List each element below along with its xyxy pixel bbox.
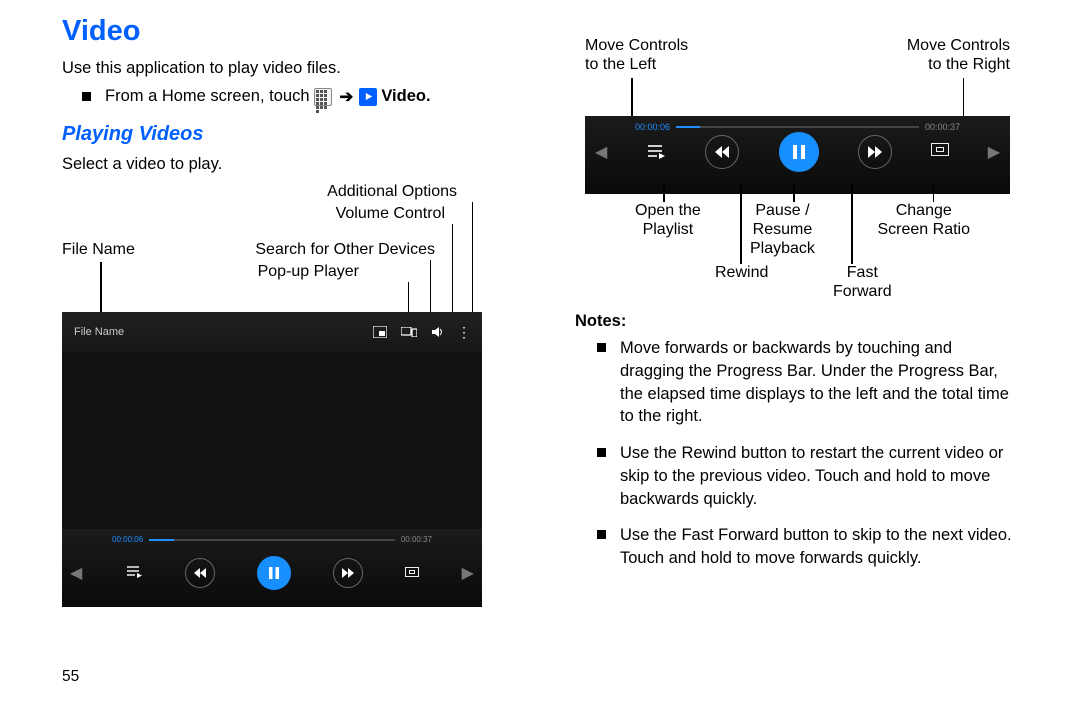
elapsed-time: 00:00:06 (112, 535, 143, 544)
more-options-icon[interactable]: ⋮ (457, 324, 470, 341)
screen-ratio-icon[interactable] (405, 564, 419, 582)
player-topbar: File Name ⋮ (62, 312, 482, 352)
notes-list: Move forwards or backwards by touching a… (575, 337, 1020, 570)
progress-bar[interactable] (149, 539, 395, 541)
closeup-move-right-icon[interactable]: ▶ (988, 142, 1000, 162)
video-player: File Name ⋮ 00:00:06 00:00:37 ◀ ▶ (62, 312, 482, 607)
page-title: Video (62, 15, 507, 48)
label-move-left: Move Controls to the Left (585, 36, 688, 74)
label-popup-player: Pop-up Player (258, 262, 359, 282)
list-item: Use the Rewind button to restart the cur… (575, 442, 1020, 510)
label-open-playlist: Open the Playlist (635, 201, 701, 239)
search-devices-icon[interactable] (401, 327, 417, 337)
intro-text: Use this application to play video files… (62, 58, 507, 79)
label-pause-resume: Pause / Resume Playback (750, 201, 815, 259)
notes-header: Notes: (575, 312, 1020, 331)
playlist-icon[interactable] (125, 564, 143, 581)
move-left-icon[interactable]: ◀ (70, 563, 82, 583)
navigation-step: From a Home screen, touch ➔ Video. (82, 87, 507, 107)
total-time: 00:00:37 (401, 535, 432, 544)
rewind-button[interactable] (185, 558, 215, 588)
popup-player-icon[interactable] (373, 326, 387, 338)
closeup-screen-ratio-icon[interactable] (931, 143, 949, 161)
apps-grid-icon (314, 88, 332, 106)
select-line: Select a video to play. (62, 154, 507, 175)
closeup-playlist-icon[interactable] (646, 143, 666, 162)
closeup-fast-forward-button[interactable] (858, 135, 892, 169)
closeup-total: 00:00:37 (925, 122, 960, 132)
closeup-move-left-icon[interactable]: ◀ (595, 142, 607, 162)
label-additional-options: Additional Options (327, 182, 457, 202)
label-search-devices: Search for Other Devices (255, 240, 435, 260)
player-controlbar: 00:00:06 00:00:37 ◀ ▶ (62, 529, 482, 607)
bullet-icon (82, 92, 91, 101)
closeup-progress-bar[interactable] (676, 126, 919, 128)
video-app-label: Video (381, 87, 426, 106)
fast-forward-button[interactable] (333, 558, 363, 588)
page-number: 55 (62, 668, 79, 686)
label-volume-control: Volume Control (336, 204, 445, 224)
label-fast-forward: Fast Forward (833, 263, 892, 301)
list-item: Move forwards or backwards by touching a… (575, 337, 1020, 428)
label-screen-ratio: Change Screen Ratio (878, 201, 971, 239)
video-app-icon (359, 88, 377, 106)
closeup-play-pause-button[interactable] (779, 132, 819, 172)
controlbar-closeup: 00:00:06 00:00:37 ◀ ▶ (585, 116, 1010, 194)
label-move-right: Move Controls to the Right (907, 36, 1010, 74)
closeup-rewind-button[interactable] (705, 135, 739, 169)
volume-icon[interactable] (431, 326, 443, 338)
move-right-icon[interactable]: ▶ (462, 563, 474, 583)
player-filename: File Name (74, 326, 124, 338)
list-item: Use the Fast Forward button to skip to t… (575, 524, 1020, 570)
step-text: From a Home screen, touch (105, 87, 310, 106)
arrow-right-icon: ➔ (340, 87, 354, 107)
closeup-elapsed: 00:00:06 (635, 122, 670, 132)
section-subtitle: Playing Videos (62, 123, 507, 146)
label-rewind: Rewind (715, 263, 768, 282)
play-pause-button[interactable] (257, 556, 291, 590)
label-file-name: File Name (62, 240, 135, 260)
